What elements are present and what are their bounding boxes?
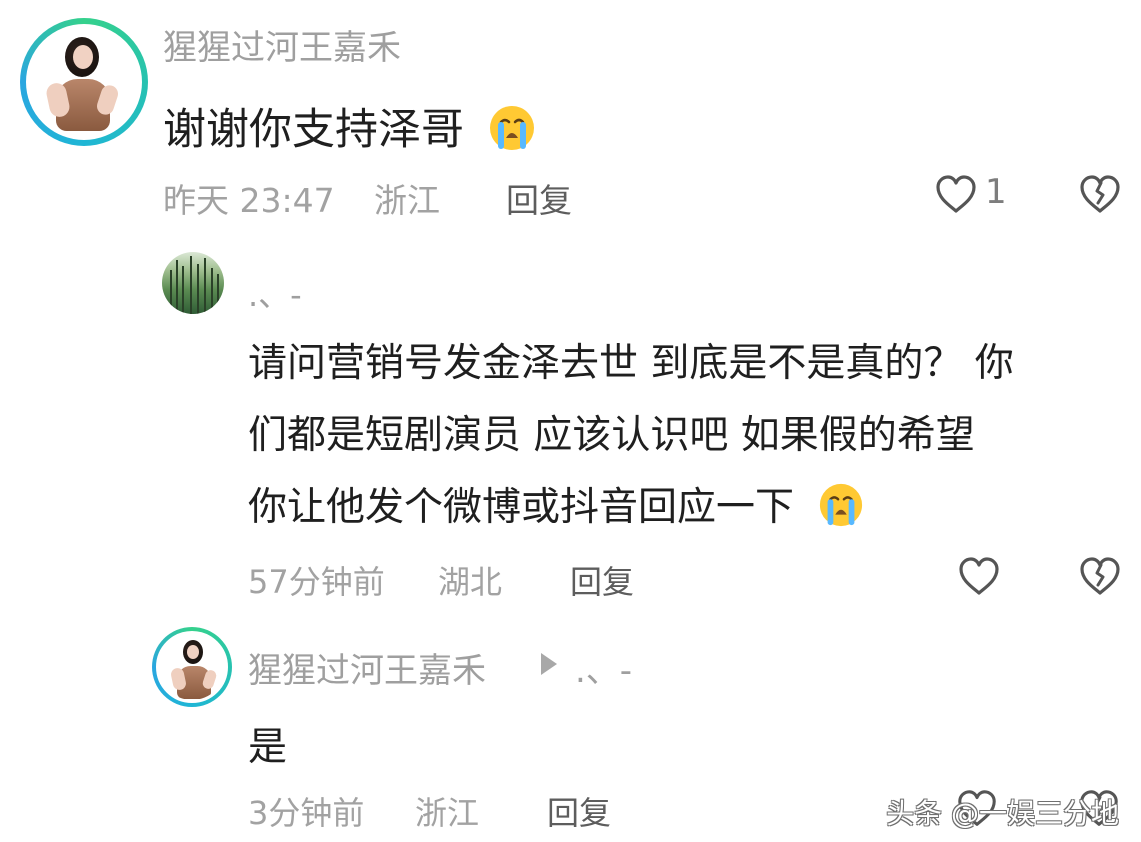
comment-body: 是 — [248, 725, 288, 770]
avatar-tree — [190, 256, 192, 314]
comment-body-line: 们都是短剧演员 应该认识吧 如果假的希望 — [248, 413, 975, 458]
reply-button[interactable]: 回复 — [547, 788, 611, 834]
comment-thread: 猩猩过河王嘉禾 谢谢你支持泽哥 昨天 23:47 浙江 回复 1 .、- 请问营… — [0, 0, 1141, 842]
comment-meta-location: 湖北 — [438, 563, 503, 601]
user-avatar[interactable] — [20, 18, 148, 146]
comment-meta-time: 3分钟前 — [248, 794, 365, 832]
comment-body-text: 谢谢你支持泽哥 — [163, 105, 464, 155]
crying-face-emoji-icon — [488, 104, 536, 152]
heart-outline-icon[interactable] — [933, 172, 979, 218]
comment-meta-time: 57分钟前 — [248, 563, 385, 601]
avatar-tree — [197, 264, 199, 314]
avatar-tree — [211, 268, 213, 314]
user-avatar[interactable] — [152, 627, 232, 707]
reply-button[interactable]: 回复 — [506, 174, 572, 222]
heart-outline-icon[interactable] — [956, 554, 1002, 600]
comment-username[interactable]: 猩猩过河王嘉禾 — [163, 20, 401, 69]
comment-body-line: 请问营销号发金泽去世 到底是不是真的？ 你 — [248, 341, 1014, 386]
avatar-tree — [217, 274, 219, 314]
avatar-tree — [176, 260, 178, 314]
avatar-tree — [182, 266, 184, 314]
comment-username[interactable]: 猩猩过河王嘉禾 — [248, 643, 486, 692]
comment-body: 谢谢你支持泽哥 — [163, 95, 536, 157]
watermark-text: 头条 @一娱三分地 — [886, 797, 1119, 830]
crying-face-emoji-icon — [818, 482, 864, 528]
avatar-tree — [204, 258, 206, 314]
broken-heart-icon[interactable] — [1077, 172, 1123, 218]
broken-heart-icon[interactable] — [1077, 554, 1123, 600]
play-triangle-icon — [541, 653, 557, 675]
comment-body-line: 你让他发个微博或抖音回应一下 — [248, 476, 864, 532]
like-count: 1 — [985, 172, 1007, 212]
comment-meta-location: 浙江 — [415, 794, 480, 832]
avatar-person-face — [187, 645, 199, 659]
comment-body-text: 你让他发个微博或抖音回应一下 — [248, 485, 795, 530]
comment-meta-location: 浙江 — [374, 181, 440, 220]
comment-username[interactable]: .、- — [248, 270, 302, 316]
avatar-tree — [170, 270, 172, 314]
comment-meta-time: 昨天 23:47 — [163, 181, 335, 220]
avatar-person-face — [73, 45, 93, 69]
reply-button[interactable]: 回复 — [570, 557, 634, 603]
avatar-photo — [156, 631, 228, 703]
user-avatar[interactable] — [162, 252, 224, 314]
avatar-photo — [26, 24, 142, 140]
reply-target-username[interactable]: .、- — [575, 643, 632, 692]
